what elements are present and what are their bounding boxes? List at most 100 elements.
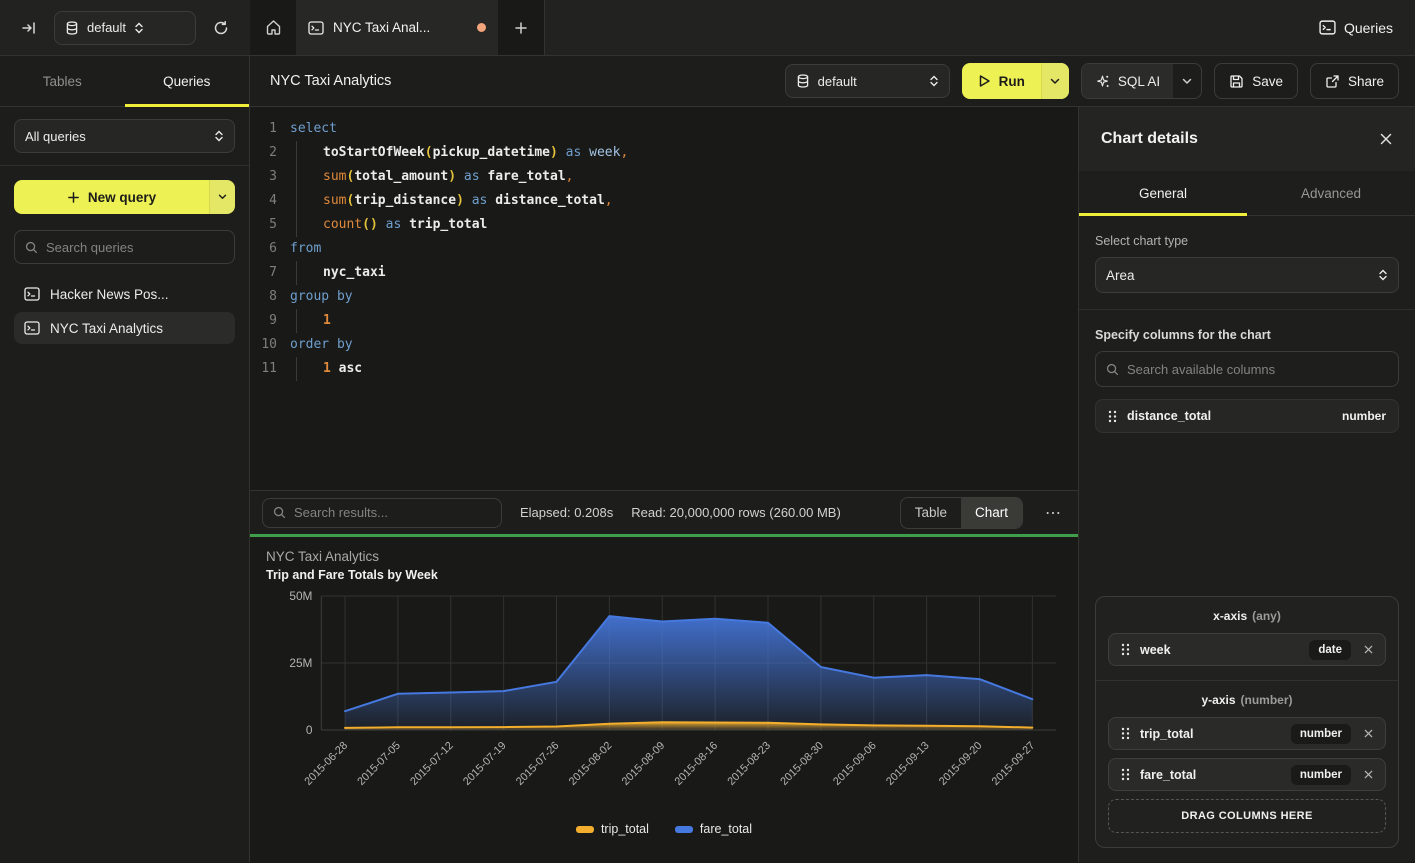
new-query-options-button[interactable] — [209, 180, 235, 214]
query-database-selector[interactable]: default — [785, 64, 950, 98]
svg-text:25M: 25M — [289, 656, 312, 670]
chevron-down-icon — [218, 194, 227, 200]
home-button[interactable] — [250, 0, 296, 55]
run-options-button[interactable] — [1041, 63, 1069, 99]
database-selector[interactable]: default — [54, 11, 196, 45]
chart-type-selector[interactable]: Area — [1095, 257, 1399, 293]
remove-column-icon[interactable] — [1361, 726, 1376, 741]
divider — [0, 165, 249, 166]
svg-text:2015-09-27: 2015-09-27 — [990, 740, 1038, 788]
legend-item-fare_total[interactable]: fare_total — [675, 822, 752, 836]
axis-column-chip-fare_total[interactable]: fare_totalnumber — [1108, 758, 1386, 791]
top-bar-left: default — [0, 0, 250, 55]
body: All queries New query Hacker News Pos...… — [0, 107, 1415, 862]
svg-text:2015-09-06: 2015-09-06 — [831, 740, 879, 788]
save-icon — [1229, 74, 1244, 89]
columns-label: Specify columns for the chart — [1095, 328, 1399, 342]
legend-label: fare_total — [700, 822, 752, 836]
new-query-button[interactable]: New query — [14, 180, 209, 214]
save-button[interactable]: Save — [1214, 63, 1298, 99]
available-column-distance_total[interactable]: distance_totalnumber — [1095, 399, 1399, 433]
svg-text:2015-08-30: 2015-08-30 — [778, 740, 826, 788]
area-chart: 025M50M2015-06-282015-07-052015-07-12201… — [266, 588, 1062, 820]
legend-item-trip_total[interactable]: trip_total — [576, 822, 649, 836]
code-line: group by — [290, 285, 1078, 309]
drop-zone[interactable]: DRAG COLUMNS HERE — [1108, 799, 1386, 833]
drag-handle-icon — [1108, 410, 1117, 423]
y-axis-hint: (number) — [1241, 693, 1293, 707]
drag-handle-icon — [1121, 727, 1130, 740]
play-icon — [978, 74, 991, 88]
code-line: sum(total_amount) as fare_total, — [290, 165, 1078, 189]
line-number-gutter: 1234567891011 — [250, 117, 290, 490]
search-icon — [25, 241, 38, 254]
line-number: 9 — [250, 309, 277, 333]
panel-tab-general[interactable]: General — [1079, 171, 1247, 215]
code-line: count() as trip_total — [290, 213, 1078, 237]
query-list-item[interactable]: NYC Taxi Analytics — [14, 312, 235, 344]
sql-editor[interactable]: 1234567891011 selecttoStartOfWeek(pickup… — [250, 107, 1078, 490]
chevron-updown-icon — [1378, 269, 1388, 281]
queries-panel-button[interactable]: Queries — [1319, 10, 1393, 46]
refresh-button[interactable] — [206, 13, 236, 43]
panel-tabs: General Advanced — [1079, 171, 1415, 216]
svg-text:2015-07-12: 2015-07-12 — [408, 740, 456, 788]
view-toggle-table[interactable]: Table — [901, 498, 961, 528]
more-options-button[interactable]: ⋯ — [1041, 503, 1066, 523]
panel-body: Select chart type Area Specify columns f… — [1079, 216, 1415, 862]
sql-ai-button[interactable]: SQL AI — [1082, 64, 1173, 98]
search-results-input[interactable] — [294, 505, 491, 520]
axis-column-chip-trip_total[interactable]: trip_totalnumber — [1108, 717, 1386, 750]
search-columns-input[interactable] — [1127, 362, 1388, 377]
code-line: 1 asc — [290, 357, 1078, 381]
query-item-label: Hacker News Pos... — [50, 287, 169, 302]
tab-nyc-taxi-analytics[interactable]: NYC Taxi Anal... — [296, 0, 498, 55]
code-line: from — [290, 237, 1078, 261]
chart-type-value: Area — [1106, 268, 1135, 283]
top-bar-spacer — [545, 0, 1319, 55]
chart-card-subtitle: Trip and Fare Totals by Week — [266, 568, 1062, 582]
remove-column-icon[interactable] — [1361, 767, 1376, 782]
view-toggle-chart[interactable]: Chart — [961, 498, 1022, 528]
new-query-button-label: New query — [88, 190, 156, 205]
query-list: Hacker News Pos... NYC Taxi Analytics — [14, 278, 235, 344]
legend-label: trip_total — [601, 822, 649, 836]
tab-strip: NYC Taxi Anal... — [250, 0, 545, 55]
query-header: NYC Taxi Analytics default Run SQL AI — [250, 56, 1415, 106]
run-button[interactable]: Run — [962, 63, 1041, 99]
sidebar-tab-tables[interactable]: Tables — [0, 56, 125, 106]
line-number: 11 — [250, 357, 277, 381]
panel-tab-advanced[interactable]: Advanced — [1247, 171, 1415, 215]
search-icon — [273, 506, 286, 519]
line-number: 2 — [250, 141, 277, 165]
close-panel-button[interactable] — [1379, 132, 1393, 146]
y-axis-section: y-axis(number) trip_totalnumberfare_tota… — [1096, 680, 1398, 847]
new-tab-button[interactable] — [498, 0, 544, 55]
sql-ai-button-label: SQL AI — [1118, 74, 1160, 89]
database-selector-value: default — [87, 20, 126, 35]
rows-read-stat: Read: 20,000,000 rows (260.00 MB) — [631, 505, 841, 520]
legend-swatch — [675, 826, 693, 833]
query-filter-selector[interactable]: All queries — [14, 119, 235, 153]
y-axis-chips: trip_totalnumber fare_totalnumber — [1108, 717, 1386, 791]
remove-column-icon[interactable] — [1361, 642, 1376, 657]
line-number: 8 — [250, 285, 277, 309]
svg-text:2015-08-23: 2015-08-23 — [725, 740, 773, 788]
line-number: 5 — [250, 213, 277, 237]
x-axis-hint: (any) — [1252, 609, 1281, 623]
sidebar-tab-queries[interactable]: Queries — [125, 56, 250, 106]
plus-icon — [67, 191, 80, 204]
sql-code: selecttoStartOfWeek(pickup_datetime) as … — [290, 117, 1078, 490]
queries-icon — [1319, 20, 1336, 35]
query-list-item[interactable]: Hacker News Pos... — [14, 278, 235, 310]
share-button[interactable]: Share — [1310, 63, 1399, 99]
collapse-sidebar-button[interactable] — [14, 13, 44, 43]
axis-column-chip-week[interactable]: weekdate — [1108, 633, 1386, 666]
legend-swatch — [576, 826, 594, 833]
search-queries-input[interactable] — [46, 240, 224, 255]
run-button-label: Run — [999, 74, 1025, 89]
line-number: 10 — [250, 333, 277, 357]
svg-text:2015-07-26: 2015-07-26 — [514, 740, 562, 788]
sql-ai-options-button[interactable] — [1173, 64, 1201, 98]
second-row: Tables Queries NYC Taxi Analytics defaul… — [0, 56, 1415, 107]
